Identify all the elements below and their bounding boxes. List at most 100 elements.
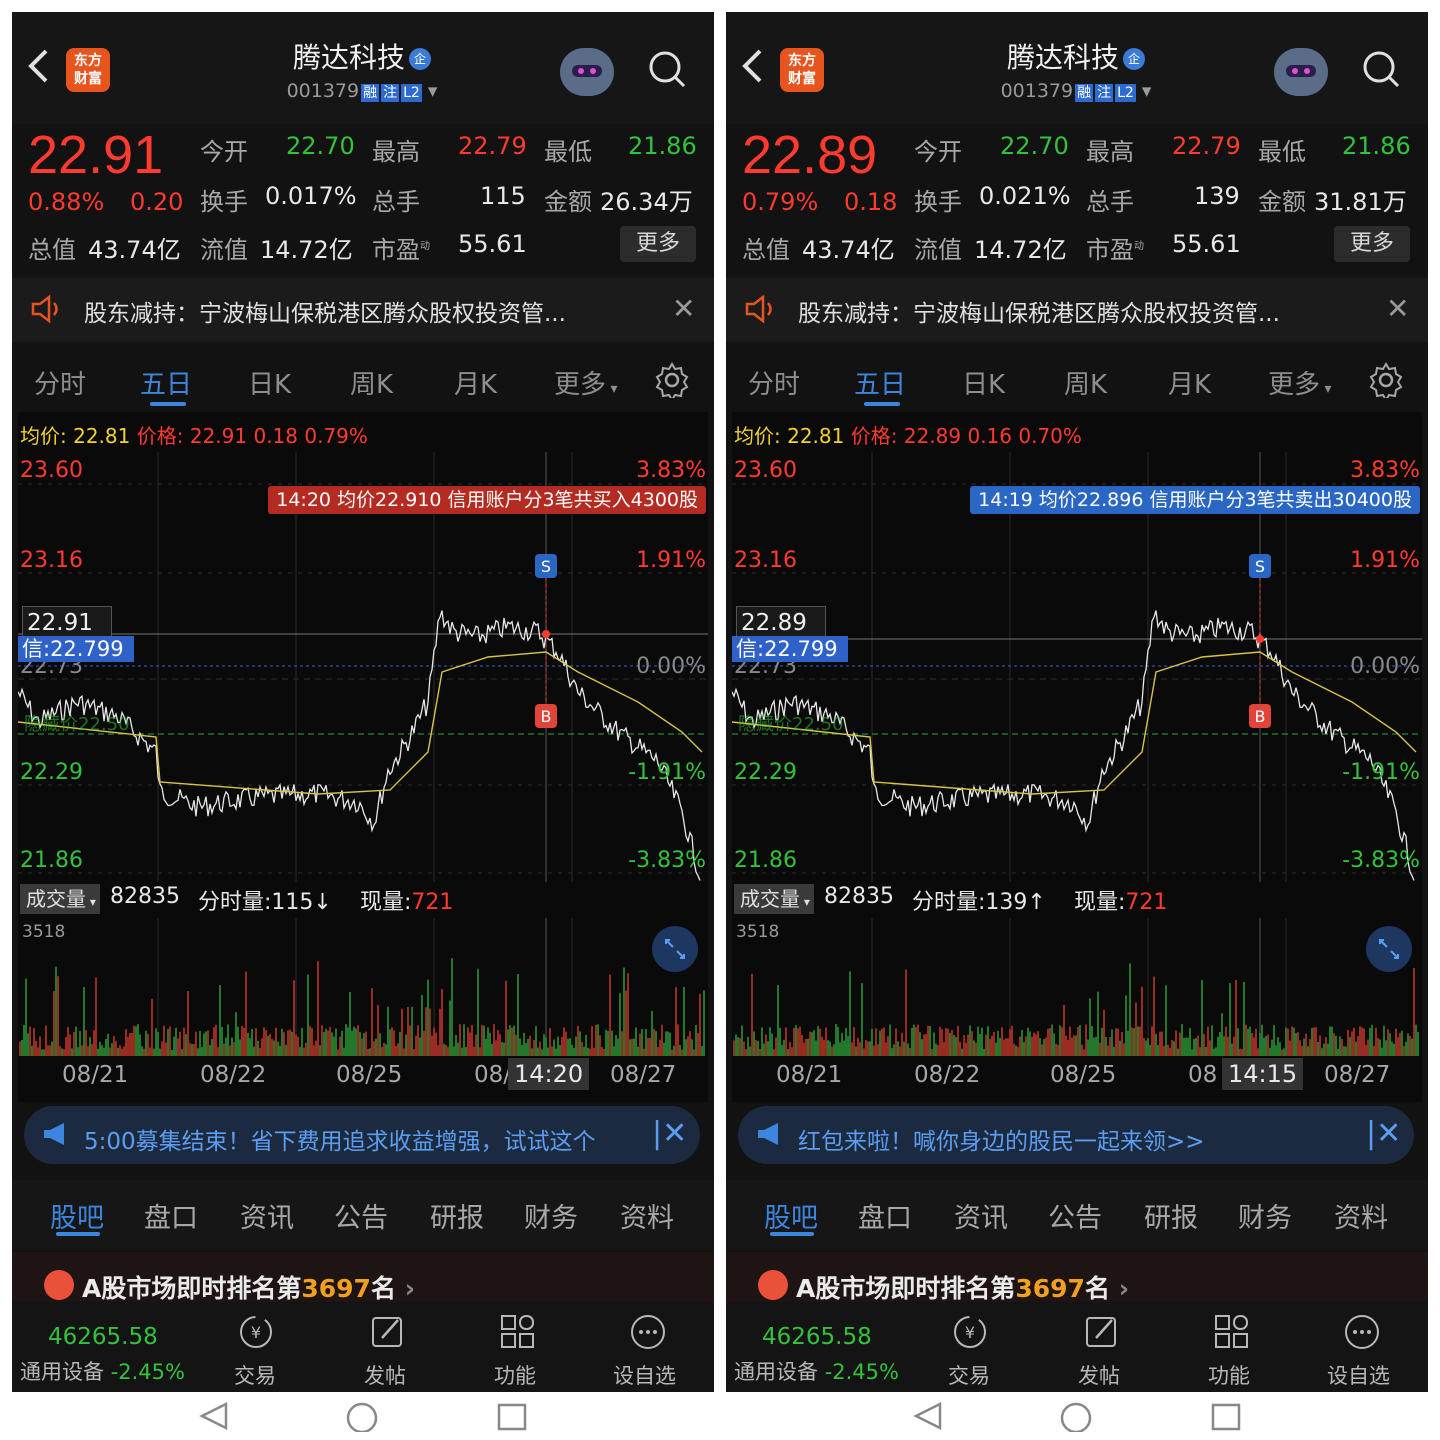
nav-back-icon[interactable] bbox=[196, 1400, 232, 1432]
promo-text[interactable]: 5:00募集结束！省下费用追求收益增强，试试这个 bbox=[84, 1122, 596, 1156]
buy-marker-label: B bbox=[541, 707, 552, 726]
tab-intraday[interactable]: 分时 bbox=[748, 364, 800, 401]
expand-icon[interactable] bbox=[652, 926, 698, 972]
nav-recents-icon[interactable] bbox=[1208, 1400, 1244, 1432]
volume-value: 115 bbox=[480, 182, 526, 210]
gear-icon[interactable] bbox=[1368, 362, 1404, 398]
trade-label[interactable]: 交易 bbox=[234, 1360, 276, 1390]
nav-recents-icon[interactable] bbox=[494, 1400, 530, 1432]
tab-intraday[interactable]: 分时 bbox=[34, 364, 86, 401]
trade-label[interactable]: 交易 bbox=[948, 1360, 990, 1390]
volume-total: 82835 bbox=[824, 884, 894, 909]
volume-dropdown[interactable]: 成交量 ▾ bbox=[20, 884, 100, 914]
functions-icon[interactable] bbox=[1212, 1312, 1252, 1352]
tab-weekly-k[interactable]: 周K bbox=[1064, 364, 1107, 401]
trade-icon[interactable]: ¥ bbox=[950, 1312, 990, 1352]
sell-marker-icon[interactable]: S bbox=[535, 554, 557, 578]
post-icon[interactable] bbox=[368, 1312, 408, 1352]
expand-icon[interactable] bbox=[1366, 926, 1412, 972]
gear-icon[interactable] bbox=[654, 362, 690, 398]
volume-chart[interactable] bbox=[732, 918, 1422, 1056]
more-button[interactable]: 更多 bbox=[1334, 226, 1410, 262]
price-chart[interactable]: SB bbox=[18, 452, 708, 882]
tab-five-day[interactable]: 五日 bbox=[854, 364, 906, 401]
cost-label: 隐藏价22.50 bbox=[24, 714, 130, 735]
post-icon[interactable] bbox=[1082, 1312, 1122, 1352]
assistant-robot-icon[interactable] bbox=[560, 48, 614, 96]
tab-announcements[interactable]: 公告 bbox=[1048, 1196, 1102, 1235]
functions-icon[interactable] bbox=[498, 1312, 538, 1352]
notice-close-icon[interactable]: ✕ bbox=[672, 292, 695, 325]
y-label-right: 3.83% bbox=[1350, 458, 1420, 483]
back-arrow-icon[interactable] bbox=[26, 48, 52, 84]
tab-finance[interactable]: 财务 bbox=[1238, 1196, 1292, 1235]
index-value[interactable]: 46265.58 bbox=[48, 1324, 158, 1350]
volume-dropdown[interactable]: 成交量 ▾ bbox=[734, 884, 814, 914]
tab-more[interactable]: 更多 ▾ bbox=[554, 364, 618, 401]
add-watchlist-icon[interactable] bbox=[1342, 1312, 1382, 1352]
tab-orderbook[interactable]: 盘口 bbox=[144, 1196, 198, 1235]
tab-weekly-k[interactable]: 周K bbox=[350, 364, 393, 401]
add-watchlist-label[interactable]: 设自选 bbox=[1327, 1360, 1390, 1390]
more-button[interactable]: 更多 bbox=[620, 226, 696, 262]
y-label-left: 21.86 bbox=[734, 848, 797, 873]
post-label[interactable]: 发帖 bbox=[364, 1360, 406, 1390]
trade-tooltip[interactable]: 14:20 均价22.910 信用账户分3笔共买入4300股 bbox=[268, 486, 706, 514]
functions-label[interactable]: 功能 bbox=[1208, 1360, 1250, 1390]
assistant-robot-icon[interactable] bbox=[1274, 48, 1328, 96]
search-icon[interactable] bbox=[1362, 50, 1400, 88]
nav-home-icon[interactable] bbox=[1058, 1400, 1094, 1432]
nav-back-icon[interactable] bbox=[910, 1400, 946, 1432]
index-value[interactable]: 46265.58 bbox=[762, 1324, 872, 1350]
functions-label[interactable]: 功能 bbox=[494, 1360, 536, 1390]
float-label: 流值 bbox=[200, 236, 248, 264]
buy-marker-icon[interactable]: B bbox=[1249, 704, 1271, 728]
tab-five-day[interactable]: 五日 bbox=[140, 364, 192, 401]
tab-more[interactable]: 更多 ▾ bbox=[1268, 364, 1332, 401]
trade-tooltip[interactable]: 14:19 均价22.896 信用账户分3笔共卖出30400股 bbox=[970, 486, 1420, 514]
notice-text[interactable]: 股东减持：宁波梅山保税港区腾众股权投资管... bbox=[84, 294, 566, 328]
stock-code[interactable]: 001379 融注 L2 ▾ bbox=[212, 80, 512, 102]
tab-finance[interactable]: 财务 bbox=[524, 1196, 578, 1235]
x-date-label: 08/21 bbox=[62, 1062, 129, 1088]
tab-news[interactable]: 资讯 bbox=[954, 1196, 1008, 1235]
tab-daily-k[interactable]: 日K bbox=[962, 364, 1005, 401]
y-label-left: 21.86 bbox=[20, 848, 83, 873]
buy-marker-icon[interactable]: B bbox=[535, 704, 557, 728]
low-label: 最低 bbox=[544, 138, 592, 166]
nav-home-icon[interactable] bbox=[344, 1400, 380, 1432]
promo-close-icon[interactable]: |✕ bbox=[652, 1116, 687, 1151]
notice-close-icon[interactable]: ✕ bbox=[1386, 292, 1409, 325]
tab-monthly-k[interactable]: 月K bbox=[454, 364, 497, 401]
industry-label[interactable]: 通用设备 -2.45% bbox=[20, 1356, 185, 1386]
rank-text[interactable]: A股市场即时排名第3697名 › bbox=[82, 1269, 415, 1305]
promo-text[interactable]: 红包来啦！喊你身边的股民一起来领>> bbox=[798, 1122, 1205, 1156]
promo-close-icon[interactable]: |✕ bbox=[1366, 1116, 1401, 1151]
notice-text[interactable]: 股东减持：宁波梅山保税港区腾众股权投资管... bbox=[798, 294, 1280, 328]
add-watchlist-icon[interactable] bbox=[628, 1312, 668, 1352]
tab-news[interactable]: 资讯 bbox=[240, 1196, 294, 1235]
tab-monthly-k[interactable]: 月K bbox=[1168, 364, 1211, 401]
change-percent: 0.79% bbox=[742, 188, 819, 216]
tab-orderbook[interactable]: 盘口 bbox=[858, 1196, 912, 1235]
industry-label[interactable]: 通用设备 -2.45% bbox=[734, 1356, 899, 1386]
search-icon[interactable] bbox=[648, 50, 686, 88]
back-arrow-icon[interactable] bbox=[740, 48, 766, 84]
rank-text[interactable]: A股市场即时排名第3697名 › bbox=[796, 1269, 1129, 1305]
add-watchlist-label[interactable]: 设自选 bbox=[613, 1360, 676, 1390]
tab-profile[interactable]: 资料 bbox=[620, 1196, 674, 1235]
trade-icon[interactable]: ¥ bbox=[236, 1312, 276, 1352]
stock-code[interactable]: 001379 融注 L2 ▾ bbox=[926, 80, 1226, 102]
tab-forum[interactable]: 股吧 bbox=[50, 1196, 104, 1235]
tab-forum[interactable]: 股吧 bbox=[764, 1196, 818, 1235]
tab-profile[interactable]: 资料 bbox=[1334, 1196, 1388, 1235]
tab-daily-k[interactable]: 日K bbox=[248, 364, 291, 401]
volume-chart[interactable] bbox=[18, 918, 708, 1056]
tab-announcements[interactable]: 公告 bbox=[334, 1196, 388, 1235]
sell-marker-icon[interactable]: S bbox=[1249, 554, 1271, 578]
tab-research[interactable]: 研报 bbox=[430, 1196, 484, 1235]
y-label-right: 0.00% bbox=[1350, 654, 1420, 679]
post-label[interactable]: 发帖 bbox=[1078, 1360, 1120, 1390]
price-chart[interactable]: SB bbox=[732, 452, 1422, 882]
tab-research[interactable]: 研报 bbox=[1144, 1196, 1198, 1235]
